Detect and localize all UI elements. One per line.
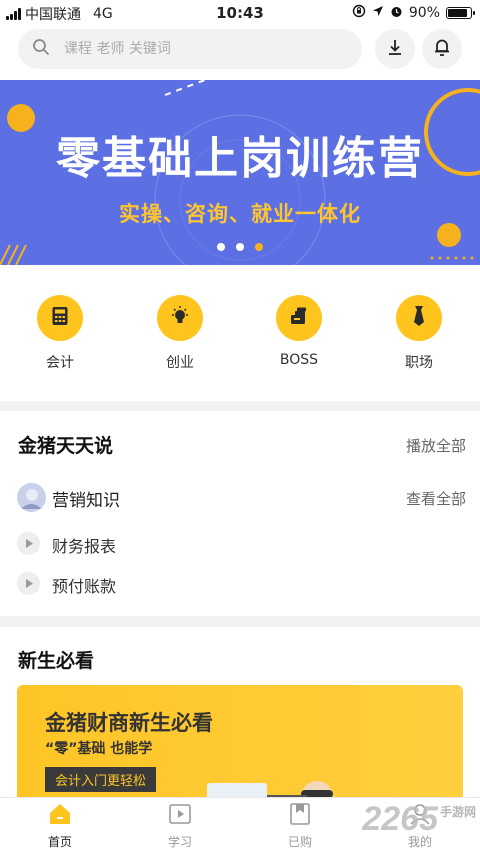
view-all-button[interactable]: 查看全部 bbox=[406, 488, 466, 509]
battery-icon bbox=[446, 7, 475, 19]
promo-title: 金猪财商新生必看 bbox=[45, 711, 213, 735]
tab-home[interactable]: 首页 bbox=[20, 804, 100, 850]
play-square-icon bbox=[168, 803, 192, 829]
category-boss[interactable]: BOSS bbox=[254, 295, 344, 368]
category-label: 创业 bbox=[166, 355, 194, 371]
rotation-lock-icon bbox=[352, 4, 366, 22]
promo-banner[interactable]: 零基础上岗训练营 实操、咨询、就业一体化 bbox=[0, 80, 480, 265]
daily-talk-section: 金猪天天说 播放全部 营销知识 查看全部 财务报表 预付账款 bbox=[0, 411, 480, 616]
boss-icon bbox=[288, 306, 310, 330]
bell-icon bbox=[433, 37, 451, 61]
play-all-button[interactable]: 播放全部 bbox=[406, 435, 466, 456]
notification-button[interactable] bbox=[422, 29, 462, 69]
pagination-dot[interactable] bbox=[255, 243, 263, 251]
banner-subtitle: 实操、咨询、就业一体化 bbox=[119, 202, 361, 226]
category-label: BOSS bbox=[279, 352, 319, 368]
audio-item[interactable]: 预付账款 bbox=[52, 573, 116, 597]
section-title: 金猪天天说 bbox=[18, 435, 114, 457]
category-accounting[interactable]: 会计 bbox=[15, 295, 105, 372]
tab-purchased[interactable]: 已购 bbox=[260, 802, 340, 850]
download-icon bbox=[386, 38, 404, 60]
category-label: 职场 bbox=[405, 355, 433, 371]
banner-title: 零基础上岗训练营 bbox=[56, 133, 424, 184]
lightbulb-icon bbox=[169, 305, 191, 331]
search-icon bbox=[32, 38, 50, 60]
tab-label: 学习 bbox=[167, 835, 192, 849]
search-row bbox=[0, 26, 480, 80]
location-icon bbox=[372, 5, 384, 21]
banner-pagination bbox=[0, 243, 480, 251]
search-input[interactable] bbox=[64, 41, 324, 57]
tab-study[interactable]: 学习 bbox=[140, 804, 220, 850]
home-icon bbox=[48, 802, 72, 830]
newcomer-section: 新生必看 金猪财商新生必看 “零”基础 也能学 会计入门更轻松 bbox=[0, 627, 480, 815]
pagination-dot[interactable] bbox=[217, 243, 225, 251]
download-button[interactable] bbox=[375, 29, 415, 69]
calculator-icon bbox=[51, 306, 69, 330]
bookmark-icon bbox=[289, 802, 311, 830]
category-row: 会计 创业 BOSS 职场 bbox=[0, 265, 480, 401]
play-icon[interactable] bbox=[17, 572, 40, 595]
category-startup[interactable]: 创业 bbox=[135, 295, 225, 372]
newcomer-promo-card[interactable]: 金猪财商新生必看 “零”基础 也能学 会计入门更轻松 bbox=[17, 685, 463, 815]
category-workplace[interactable]: 职场 bbox=[374, 295, 464, 372]
avatar bbox=[17, 483, 46, 512]
alarm-icon bbox=[390, 5, 403, 22]
featured-topic[interactable]: 营销知识 bbox=[52, 486, 120, 511]
status-bar: 中国联通 4G 10:43 90% bbox=[0, 0, 480, 26]
battery-fill bbox=[448, 9, 467, 17]
site-watermark: 2265 手游网 bbox=[362, 800, 476, 838]
tab-label: 首页 bbox=[47, 835, 72, 849]
tab-label: 已购 bbox=[287, 835, 312, 849]
play-icon[interactable] bbox=[17, 532, 40, 555]
category-label: 会计 bbox=[46, 355, 74, 371]
necktie-icon bbox=[410, 305, 428, 331]
audio-item[interactable]: 财务报表 bbox=[52, 533, 116, 557]
search-bar[interactable] bbox=[18, 29, 362, 69]
promo-tag: 会计入门更轻松 bbox=[45, 767, 157, 792]
section-title: 新生必看 bbox=[18, 650, 95, 672]
battery-percent: 90% bbox=[408, 5, 440, 21]
promo-subtitle: “零”基础 也能学 bbox=[45, 741, 153, 757]
pagination-dot[interactable] bbox=[236, 243, 244, 251]
